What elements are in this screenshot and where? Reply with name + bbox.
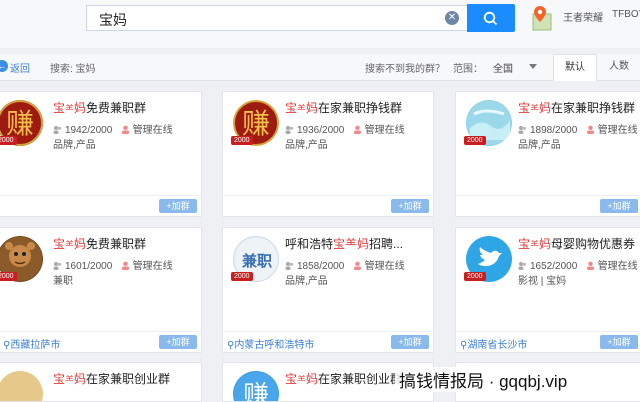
search-icon: [483, 11, 498, 26]
members-icon: [285, 126, 294, 134]
top-header: 宝妈 ✕ 王者荣耀 TFBOY: [0, 0, 640, 48]
join-group-button[interactable]: +加群: [159, 335, 197, 349]
location-link[interactable]: ⚲西藏拉萨市: [3, 336, 60, 351]
group-meta: 1601/2000 管理在线: [53, 257, 173, 272]
avatar: [0, 371, 43, 401]
group-card[interactable]: 2000 宝⺷妈免费兼职群 1601/2000 管理在线 兼职 ⚲西藏拉萨市 +…: [0, 227, 202, 353]
watermark-text: 搞钱情报局 · gqqbj.vip: [395, 367, 572, 392]
group-meta: 1652/2000 管理在线: [518, 257, 638, 272]
tab-members[interactable]: 人数: [597, 54, 640, 80]
search-query[interactable]: 宝妈: [99, 10, 127, 30]
range-label: 范围：: [453, 64, 483, 75]
group-title[interactable]: 宝⺷妈在家兼职创业群: [285, 370, 402, 387]
search-button[interactable]: [467, 4, 515, 32]
avatar: 赚: [233, 371, 279, 402]
card-footer: +加群: [223, 195, 433, 216]
group-tags: 品牌,产品: [285, 140, 328, 151]
card-footer: +加群: [456, 195, 640, 216]
card-footer: +加群: [0, 195, 201, 216]
group-title[interactable]: 宝⺷妈母婴购物优惠券: [518, 235, 635, 252]
search-summary: 搜索: 宝妈: [50, 64, 96, 75]
members-icon: [518, 126, 527, 134]
range-select[interactable]: 全国: [493, 60, 513, 75]
back-arrow-icon[interactable]: ←: [0, 60, 8, 72]
search-input[interactable]: 宝妈 ✕: [86, 5, 468, 31]
join-group-button[interactable]: +加群: [391, 335, 429, 349]
back-button[interactable]: 返回: [10, 60, 30, 75]
user-name[interactable]: 王者荣耀: [563, 9, 603, 24]
join-group-button[interactable]: +加群: [600, 199, 638, 213]
capacity-badge: 2000: [231, 136, 253, 145]
group-title[interactable]: 宝⺷妈在家兼职挣钱群: [518, 99, 635, 116]
card-footer: ⚲西藏拉萨市 +加群: [0, 331, 201, 352]
group-tags: 品牌,产品: [53, 140, 96, 151]
svg-text:赚: 赚: [243, 381, 269, 402]
location-link[interactable]: ⚲内蒙古呼和浩特市: [227, 336, 314, 351]
group-title[interactable]: 宝⺷妈在家兼职挣钱群: [285, 99, 402, 116]
capacity-badge: 2000: [464, 272, 486, 281]
admin-icon: [121, 125, 129, 134]
admin-icon: [353, 261, 361, 270]
card-footer: ⚲湖南省长沙市 +加群: [456, 331, 640, 352]
group-tags: 影视 | 宝妈: [518, 276, 567, 287]
tab-default[interactable]: 默认: [553, 54, 597, 81]
members-icon: [53, 126, 62, 134]
toolbar: ← 返回 搜索: 宝妈 搜索不到我的群？ 范围： 全国 默认 人数: [0, 54, 640, 81]
group-card[interactable]: 赚 2000 宝⺷妈免费兼职群 1942/2000 管理在线 品牌,产品 +加群: [0, 91, 202, 217]
join-group-button[interactable]: +加群: [159, 199, 197, 213]
card-footer: ⚲内蒙古呼和浩特市 +加群: [223, 331, 433, 352]
group-meta: 1936/2000 管理在线: [285, 121, 405, 136]
svg-text:兼职: 兼职: [242, 252, 272, 270]
group-meta: 1858/2000 管理在线: [285, 257, 405, 272]
group-title[interactable]: 宝⺷妈在家兼职创业群: [53, 370, 170, 387]
group-card[interactable]: 2000 宝⺷妈在家兼职挣钱群 1898/2000 管理在线 品牌,产品 +加群: [455, 91, 640, 217]
group-card[interactable]: 赚 2000 宝⺷妈在家兼职挣钱群 1936/2000 管理在线 品牌,产品 +…: [222, 91, 434, 217]
members-icon: [53, 262, 62, 270]
group-tags: 品牌,产品: [285, 276, 328, 287]
group-tags: 兼职: [53, 276, 73, 287]
join-group-button[interactable]: +加群: [391, 199, 429, 213]
join-group-button[interactable]: +加群: [600, 335, 638, 349]
map-location-icon[interactable]: [529, 4, 555, 32]
clear-icon[interactable]: ✕: [445, 11, 459, 25]
location-link[interactable]: ⚲湖南省长沙市: [460, 336, 527, 351]
group-tags: 品牌,产品: [518, 140, 561, 151]
group-card[interactable]: 2000 宝⺷妈母婴购物优惠券 1652/2000 管理在线 影视 | 宝妈 ⚲…: [455, 227, 640, 353]
user-name-secondary[interactable]: TFBOY: [612, 9, 640, 20]
admin-icon: [353, 125, 361, 134]
capacity-badge: 2000: [231, 272, 253, 281]
group-title[interactable]: 呼和浩特宝⺷妈招聘...: [285, 235, 403, 252]
capacity-badge: 2000: [0, 136, 17, 145]
not-found-link[interactable]: 搜索不到我的群？: [365, 60, 445, 75]
admin-icon: [586, 125, 594, 134]
members-icon: [285, 262, 294, 270]
admin-icon: [121, 261, 129, 270]
admin-icon: [586, 261, 594, 270]
members-icon: [518, 262, 527, 270]
group-card[interactable]: 宝⺷妈在家兼职创业群: [0, 362, 202, 402]
group-title[interactable]: 宝⺷妈免费兼职群: [53, 99, 146, 116]
chevron-down-icon[interactable]: [529, 64, 537, 69]
capacity-badge: 2000: [0, 272, 17, 281]
group-meta: 1898/2000 管理在线: [518, 121, 638, 136]
group-card[interactable]: 兼职 2000 呼和浩特宝⺷妈招聘... 1858/2000 管理在线 品牌,产…: [222, 227, 434, 353]
capacity-badge: 2000: [464, 136, 486, 145]
group-meta: 1942/2000 管理在线: [53, 121, 173, 136]
group-title[interactable]: 宝⺷妈免费兼职群: [53, 235, 146, 252]
